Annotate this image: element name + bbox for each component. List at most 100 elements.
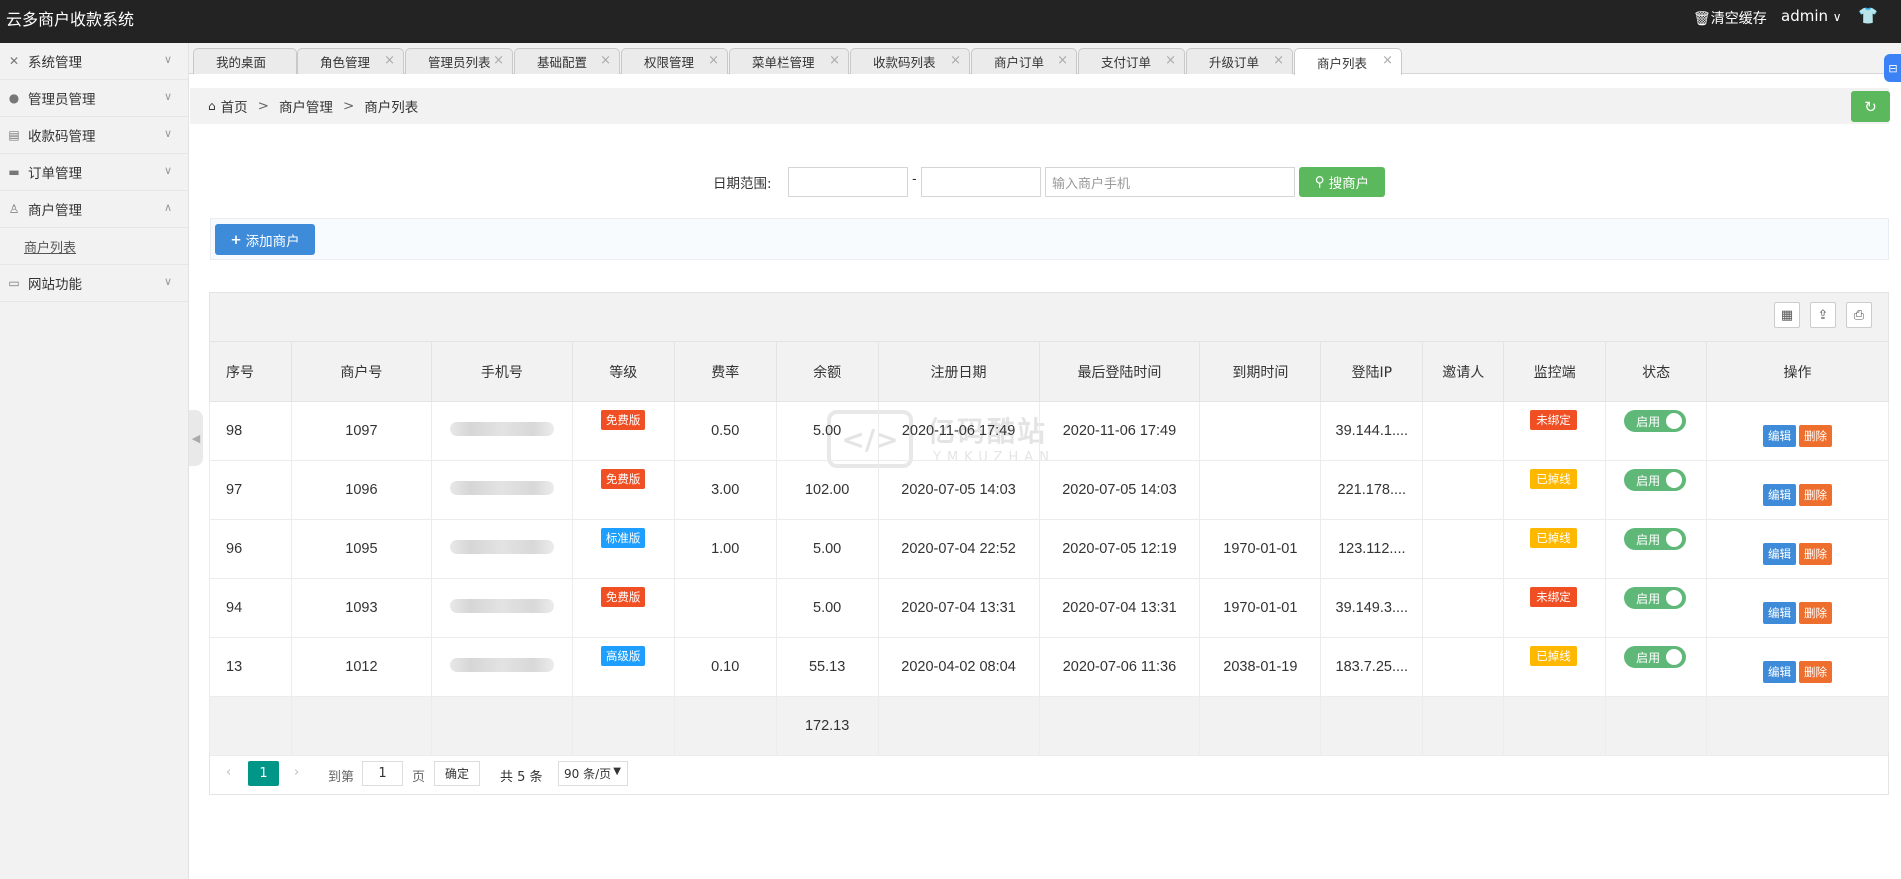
close-icon[interactable]: ×: [950, 53, 961, 68]
delete-button[interactable]: 删除: [1799, 661, 1833, 683]
print-icon[interactable]: ⎙: [1846, 302, 1872, 328]
col-header[interactable]: 登陆IP: [1320, 341, 1424, 402]
delete-button[interactable]: 删除: [1799, 484, 1833, 506]
cell-ip: 39.144.1....: [1320, 401, 1424, 461]
col-header[interactable]: 等级: [571, 341, 675, 402]
tab-menu-manage[interactable]: 菜单栏管理 ×: [729, 48, 849, 74]
goto-confirm-button[interactable]: 确定: [434, 761, 480, 786]
page-size-select[interactable]: 90 条/页 ▼: [558, 761, 628, 786]
cell-last-login: 2020-07-05 14:03: [1038, 460, 1201, 520]
refresh-button[interactable]: ↻: [1851, 91, 1890, 122]
breadcrumb-merchant-manage[interactable]: 商户管理: [279, 96, 333, 116]
edit-button[interactable]: 编辑: [1763, 484, 1797, 506]
shirt-icon[interactable]: 👕: [1858, 6, 1878, 25]
add-merchant-button[interactable]: + 添加商户: [215, 224, 315, 255]
sidebar-item-orders[interactable]: ▬ 订单管理 ∨: [0, 154, 188, 191]
phone-redacted: [449, 540, 554, 554]
current-page[interactable]: 1: [248, 761, 279, 786]
breadcrumb-home[interactable]: 首页: [221, 96, 248, 116]
sidebar-subitem-merchant-list[interactable]: 商户列表: [0, 228, 188, 265]
edit-button[interactable]: 编辑: [1763, 602, 1797, 624]
table-row: 96 1095 标准版 1.00 5.00 2020-07-04 22:52 2020-07…: [209, 519, 1889, 579]
next-page-icon[interactable]: ›: [294, 765, 299, 780]
tab-label: 收款码列表: [873, 55, 936, 70]
edit-button[interactable]: 编辑: [1763, 661, 1797, 683]
delete-button[interactable]: 删除: [1799, 425, 1833, 447]
side-float-icon[interactable]: ⊟: [1884, 54, 1901, 82]
chevron-up-icon: ∧: [163, 201, 172, 214]
breadcrumb-separator: >: [257, 98, 269, 114]
delete-button[interactable]: 删除: [1799, 543, 1833, 565]
export-icon[interactable]: ⇪: [1810, 302, 1836, 328]
close-icon[interactable]: ×: [1273, 53, 1284, 68]
date-end-input[interactable]: [921, 167, 1041, 197]
tab-merchant-list[interactable]: 商户列表 ×: [1294, 48, 1402, 75]
total-empty-cell: [1503, 696, 1607, 756]
sidebar-collapse-handle[interactable]: ◀: [189, 410, 203, 466]
tab-qrcode-list[interactable]: 收款码列表 ×: [850, 48, 970, 74]
col-header[interactable]: 最后登陆时间: [1038, 341, 1201, 402]
tab-roles[interactable]: 角色管理 ×: [297, 48, 404, 74]
sidebar-item-website[interactable]: ▭ 网站功能 ∨: [0, 265, 188, 302]
list-icon: ▤: [8, 128, 20, 142]
tab-label: 我的桌面: [216, 55, 267, 70]
status-toggle[interactable]: 启用: [1624, 587, 1687, 609]
col-header[interactable]: 费率: [673, 341, 777, 402]
tab-desktop[interactable]: 我的桌面: [193, 48, 297, 74]
status-toggle[interactable]: 启用: [1624, 469, 1687, 491]
search-merchant-button[interactable]: ⚲ 搜商户: [1299, 167, 1385, 197]
tab-label: 菜单栏管理: [752, 55, 815, 70]
date-range-label: 日期范围:: [713, 176, 772, 192]
tab-upgrade-orders[interactable]: 升级订单 ×: [1186, 48, 1293, 74]
status-toggle[interactable]: 启用: [1624, 528, 1687, 550]
merchant-phone-input[interactable]: 输入商户手机: [1045, 167, 1295, 197]
tab-permissions[interactable]: 权限管理 ×: [621, 48, 728, 74]
level-badge: 标准版: [600, 528, 646, 548]
col-header[interactable]: 监控端: [1503, 341, 1607, 402]
close-icon[interactable]: ×: [1057, 53, 1068, 68]
cell-ip: 39.149.3....: [1320, 578, 1424, 638]
col-header[interactable]: 余额: [775, 341, 879, 402]
status-toggle[interactable]: 启用: [1624, 646, 1687, 668]
cell-phone: [430, 578, 573, 638]
delete-button[interactable]: 删除: [1799, 602, 1833, 624]
col-header[interactable]: 注册日期: [877, 341, 1040, 402]
tab-label: 商户列表: [1317, 55, 1368, 71]
tab-base-config[interactable]: 基础配置 ×: [514, 48, 620, 74]
sidebar-item-admins[interactable]: ● 管理员管理 ∨: [0, 80, 188, 117]
close-icon[interactable]: ×: [1382, 53, 1393, 68]
status-toggle[interactable]: 启用: [1624, 410, 1687, 432]
goto-page-input[interactable]: 1: [362, 761, 403, 786]
cell-status: 启用: [1605, 519, 1708, 579]
edit-button[interactable]: 编辑: [1763, 543, 1797, 565]
sidebar-item-merchants[interactable]: ♙ 商户管理 ∧: [0, 191, 188, 228]
tab-admin-list[interactable]: 管理员列表 ×: [405, 48, 513, 74]
sidebar-item-qrcodes[interactable]: ▤ 收款码管理 ∨: [0, 117, 188, 154]
user-menu[interactable]: admin ∨: [1781, 7, 1842, 25]
cell-balance: 5.00: [775, 401, 879, 461]
close-icon[interactable]: ×: [829, 53, 840, 68]
date-start-input[interactable]: [788, 167, 908, 197]
cell-balance: 5.00: [775, 519, 879, 579]
col-header[interactable]: 状态: [1605, 341, 1708, 402]
tab-pay-orders[interactable]: 支付订单 ×: [1078, 48, 1185, 74]
close-icon[interactable]: ×: [384, 53, 395, 68]
col-header[interactable]: 操作: [1706, 341, 1889, 402]
status-label: 启用: [1636, 414, 1661, 429]
sidebar-item-system[interactable]: ✕ 系统管理 ∨: [0, 43, 188, 80]
prev-page-icon[interactable]: ‹: [226, 765, 231, 780]
columns-filter-icon[interactable]: ▦: [1774, 302, 1800, 328]
clear-cache-button[interactable]: 🗑清空缓存: [1693, 8, 1767, 28]
col-header[interactable]: 商户号: [290, 341, 432, 402]
col-header[interactable]: 到期时间: [1199, 341, 1322, 402]
col-header[interactable]: 序号: [209, 341, 292, 402]
col-header[interactable]: 邀请人: [1422, 341, 1505, 402]
close-icon[interactable]: ×: [600, 53, 611, 68]
tab-label: 权限管理: [644, 55, 695, 70]
edit-button[interactable]: 编辑: [1763, 425, 1797, 447]
col-header[interactable]: 手机号: [430, 341, 573, 402]
close-icon[interactable]: ×: [1165, 53, 1176, 68]
close-icon[interactable]: ×: [493, 53, 504, 68]
tab-merchant-orders[interactable]: 商户订单 ×: [971, 48, 1077, 74]
close-icon[interactable]: ×: [708, 53, 719, 68]
